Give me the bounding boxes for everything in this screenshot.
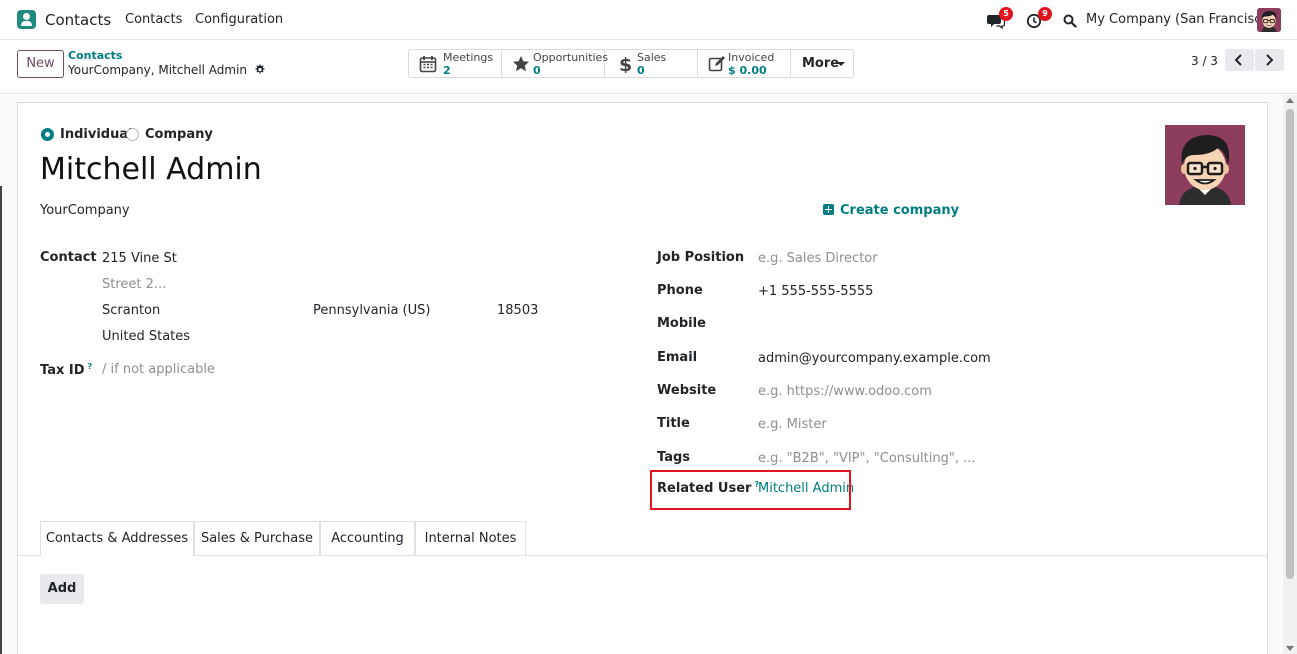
add-contact-button[interactable]: Add	[40, 574, 84, 604]
svg-text:$: $	[619, 55, 632, 73]
radio-individual-label[interactable]: Individual	[60, 127, 133, 142]
highlight-box	[650, 470, 851, 510]
opportunities-label: Opportunities	[533, 51, 609, 64]
state-field[interactable]: Pennsylvania (US)	[313, 303, 430, 318]
chevron-left-icon	[1234, 54, 1242, 66]
meetings-value: 2	[443, 64, 451, 77]
gear-icon[interactable]	[254, 64, 265, 75]
email-label: Email	[657, 350, 698, 365]
tab-sales-purchase[interactable]: Sales & Purchase	[194, 521, 320, 556]
zip-field[interactable]: 18503	[497, 303, 538, 318]
contacts-app-icon[interactable]	[17, 10, 36, 29]
pager-value: 3 / 3	[1191, 54, 1218, 68]
mobile-label: Mobile	[657, 316, 706, 331]
menu-configuration[interactable]: Configuration	[195, 12, 283, 27]
pager-next-button[interactable]	[1255, 49, 1284, 71]
company-switcher[interactable]: My Company (San Francisco)	[1086, 12, 1274, 27]
sales-value: 0	[637, 64, 645, 77]
invoiced-value: $ 0.00	[728, 64, 767, 77]
job-position-label: Job Position	[657, 250, 745, 265]
sales-label: Sales	[637, 51, 667, 64]
street-field[interactable]: 215 Vine St	[102, 251, 177, 266]
search-icon[interactable]	[1063, 14, 1077, 28]
window-edge	[0, 186, 2, 654]
breadcrumb-current-label: YourCompany, Mitchell Admin	[68, 63, 248, 77]
edit-icon	[708, 56, 725, 72]
phone-label: Phone	[657, 283, 703, 298]
tax-id-help-icon[interactable]: ?	[88, 362, 93, 371]
tab-internal-notes[interactable]: Internal Notes	[415, 521, 526, 556]
sales-smart-button[interactable]: $ Sales 0	[605, 50, 698, 77]
plus-square-icon	[823, 204, 834, 215]
control-panel: New Contacts YourCompany, Mitchell Admin…	[0, 40, 1297, 94]
radio-company[interactable]	[126, 128, 139, 141]
invoiced-smart-button[interactable]: Invoiced $ 0.00	[698, 50, 791, 77]
app-name[interactable]: Contacts	[45, 11, 111, 29]
create-company-label: Create company	[840, 203, 960, 218]
website-label: Website	[657, 383, 717, 398]
scroll-down-arrow[interactable]	[1286, 646, 1294, 651]
radio-individual[interactable]	[41, 128, 54, 141]
contact-label: Contact	[40, 250, 97, 265]
pager-previous-button[interactable]	[1225, 49, 1254, 71]
smart-buttons: Meetings 2 Opportunities 0 $ Sales 0 Inv…	[408, 49, 854, 78]
messages-badge: 5	[999, 7, 1013, 21]
scrollbar[interactable]	[1283, 95, 1297, 654]
activities-button[interactable]: 9	[1026, 7, 1052, 30]
opportunities-smart-button[interactable]: Opportunities 0	[502, 50, 609, 77]
meetings-label: Meetings	[443, 51, 494, 64]
breadcrumb-parent[interactable]: Contacts	[68, 49, 122, 62]
website-field[interactable]: e.g. https://www.odoo.com	[758, 384, 932, 399]
tax-id-label-text: Tax ID	[40, 363, 85, 378]
calendar-icon	[419, 56, 437, 73]
breadcrumb-current: YourCompany, Mitchell Admin	[68, 63, 265, 77]
title-field[interactable]: e.g. Mister	[758, 417, 827, 432]
opportunities-value: 0	[533, 64, 541, 77]
city-field[interactable]: Scranton	[102, 303, 160, 318]
star-icon	[513, 56, 529, 72]
job-position-field[interactable]: e.g. Sales Director	[758, 251, 878, 266]
invoiced-label: Invoiced	[728, 51, 775, 64]
form-sheet: Individual Company Mitchell Admin YourCo…	[17, 102, 1268, 654]
scroll-thumb[interactable]	[1286, 109, 1294, 579]
tab-accounting[interactable]: Accounting	[320, 521, 415, 556]
messages-button[interactable]: 5	[987, 7, 1013, 30]
user-avatar[interactable]	[1257, 8, 1281, 32]
chevron-right-icon	[1266, 54, 1274, 66]
scroll-up-arrow[interactable]	[1286, 98, 1294, 103]
dollar-icon: $	[619, 55, 632, 73]
parent-company-field[interactable]: YourCompany	[40, 203, 130, 218]
menu-contacts[interactable]: Contacts	[125, 12, 182, 27]
email-field[interactable]: admin@yourcompany.example.com	[758, 351, 991, 366]
create-company-button[interactable]: Create company	[823, 203, 959, 218]
tax-id-field[interactable]: / if not applicable	[102, 362, 215, 377]
more-button[interactable]: More	[791, 50, 853, 77]
top-navbar: Contacts Contacts Configuration 5 9 My C…	[0, 0, 1297, 40]
new-button[interactable]: New	[17, 50, 64, 78]
contact-avatar[interactable]	[1165, 125, 1245, 205]
country-field[interactable]: United States	[102, 329, 190, 344]
contact-name-field[interactable]: Mitchell Admin	[40, 152, 262, 187]
phone-field[interactable]: +1 555-555-5555	[758, 284, 873, 299]
tags-label: Tags	[657, 450, 691, 465]
tax-id-label: Tax ID?	[40, 362, 92, 378]
tags-field[interactable]: e.g. "B2B", "VIP", "Consulting", ...	[758, 451, 975, 466]
activities-badge: 9	[1038, 7, 1052, 21]
tab-contacts-addresses[interactable]: Contacts & Addresses	[40, 521, 194, 556]
radio-company-label[interactable]: Company	[145, 127, 213, 142]
title-label: Title	[657, 416, 690, 431]
street2-field[interactable]: Street 2...	[102, 277, 166, 292]
meetings-smart-button[interactable]: Meetings 2	[409, 50, 502, 77]
